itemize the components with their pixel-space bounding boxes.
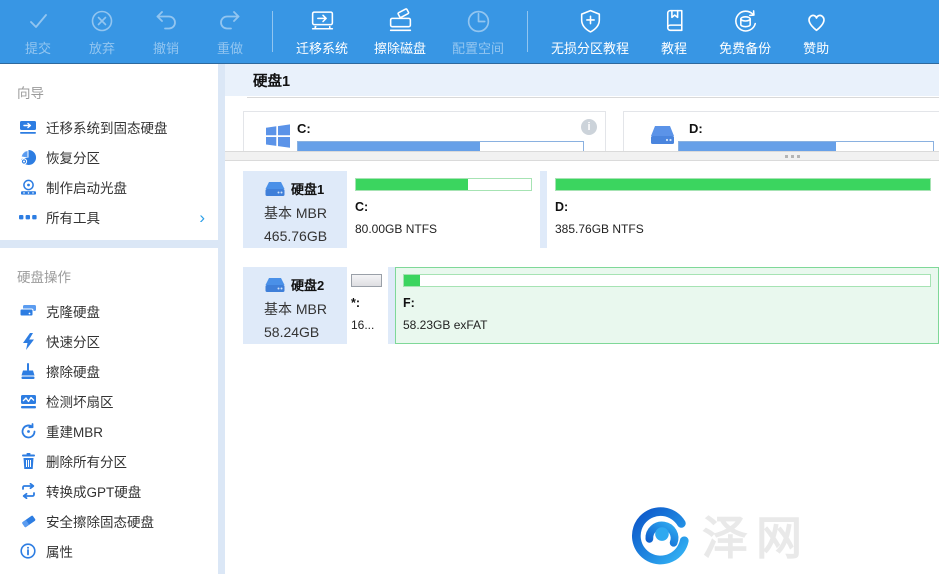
partition-d[interactable]: D: 385.76GB NTFS bbox=[547, 171, 939, 248]
disk-row-1: 硬盘1 基本 MBR 465.76GB C: 80.00GB NTFS bbox=[243, 171, 939, 248]
disk-tab-band: 硬盘1 bbox=[225, 64, 939, 96]
disk-type: 基本 MBR bbox=[264, 203, 347, 223]
sidebar-item-bootable-cd[interactable]: 制作启动光盘 bbox=[0, 172, 218, 202]
sidebar-item-secure-erase-ssd[interactable]: 安全擦除固态硬盘 bbox=[0, 506, 218, 536]
heart-icon bbox=[803, 6, 830, 36]
bad-sector-icon bbox=[19, 392, 37, 410]
overview-card-d[interactable]: D: bbox=[623, 111, 939, 151]
tab-disk1[interactable]: 硬盘1 bbox=[225, 64, 318, 96]
sidebar-item-rebuild-mbr[interactable]: 重建MBR bbox=[0, 416, 218, 446]
rebuild-mbr-icon bbox=[19, 422, 37, 440]
clone-disk-icon bbox=[19, 302, 37, 320]
secure-erase-icon bbox=[19, 512, 37, 530]
migrate-ssd-icon bbox=[19, 118, 37, 136]
sidebar-item-bad-sector[interactable]: 检测坏扇区 bbox=[0, 386, 218, 416]
redo-icon bbox=[217, 6, 243, 36]
donate-button[interactable]: 赞助 bbox=[784, 0, 848, 63]
toolbar-separator bbox=[527, 11, 528, 52]
discard-button[interactable]: 放弃 bbox=[70, 0, 134, 63]
partition-f-selected[interactable]: F: 58.23GB exFAT bbox=[395, 267, 939, 344]
windows-logo-icon bbox=[265, 123, 291, 149]
sidebar-item-convert-gpt[interactable]: 转换成GPT硬盘 bbox=[0, 476, 218, 506]
divider bbox=[247, 97, 939, 98]
sidebar-item-clone-disk[interactable]: 克隆硬盘 bbox=[0, 296, 218, 326]
migrate-os-button[interactable]: 迁移系统 bbox=[283, 0, 361, 63]
allocate-space-button[interactable]: 配置空间 bbox=[439, 0, 517, 63]
sidebar: 向导 迁移系统到固态硬盘 恢复分区 制作启动光盘 bbox=[0, 64, 225, 574]
undo-icon bbox=[153, 6, 179, 36]
free-backup-button[interactable]: 免费备份 bbox=[706, 0, 784, 63]
usage-bar bbox=[297, 141, 584, 151]
sidebar-item-all-tools[interactable]: 所有工具 › bbox=[0, 202, 218, 232]
wipe-disk-button[interactable]: 擦除磁盘 bbox=[361, 0, 439, 63]
undo-button[interactable]: 撤销 bbox=[134, 0, 198, 63]
partition-tutorial-button[interactable]: 无损分区教程 bbox=[538, 0, 642, 63]
usage-bar bbox=[351, 274, 382, 287]
tutorial-button[interactable]: 教程 bbox=[642, 0, 706, 63]
submit-button[interactable]: 提交 bbox=[6, 0, 70, 63]
book-icon bbox=[661, 6, 688, 36]
chevron-right-icon: › bbox=[199, 209, 205, 226]
wizard-section: 向导 迁移系统到固态硬盘 恢复分区 制作启动光盘 bbox=[0, 64, 218, 240]
partition-unnamed[interactable]: *: 16... bbox=[347, 267, 388, 344]
section-title: 向导 bbox=[0, 74, 218, 112]
sidebar-item-quick-partition[interactable]: 快速分区 bbox=[0, 326, 218, 356]
backup-icon bbox=[732, 6, 759, 36]
convert-gpt-icon bbox=[19, 482, 37, 500]
disk-map-area: 硬盘1 基本 MBR 465.76GB C: 80.00GB NTFS bbox=[225, 161, 939, 344]
redo-button[interactable]: 重做 bbox=[198, 0, 262, 63]
watermark: 泽网 bbox=[630, 502, 810, 568]
sidebar-item-delete-all-partitions[interactable]: 删除所有分区 bbox=[0, 446, 218, 476]
overview-card-c[interactable]: C: i bbox=[243, 111, 606, 151]
info-icon[interactable]: i bbox=[581, 119, 597, 135]
usage-bar bbox=[355, 178, 532, 191]
sidebar-item-migrate-ssd[interactable]: 迁移系统到固态硬盘 bbox=[0, 112, 218, 142]
partition-c[interactable]: C: 80.00GB NTFS bbox=[347, 171, 540, 248]
toolbar: 提交 放弃 撤销 重做 迁移系统 擦除磁盘 配置空间 无损分区教程 bbox=[0, 0, 939, 64]
toolbar-separator bbox=[272, 11, 273, 52]
properties-icon bbox=[19, 542, 37, 560]
recover-partition-icon bbox=[19, 148, 37, 166]
disk-size: 465.76GB bbox=[264, 228, 347, 244]
check-icon bbox=[25, 6, 51, 36]
splitter-handle[interactable] bbox=[785, 155, 800, 158]
disk-operations-section: 硬盘操作 克隆硬盘 快速分区 擦除硬盘 bbox=[0, 248, 218, 574]
usage-bar bbox=[555, 178, 931, 191]
disk2-header[interactable]: 硬盘2 基本 MBR 58.24GB bbox=[243, 267, 347, 344]
drive-icon bbox=[649, 125, 676, 146]
sidebar-item-erase-disk[interactable]: 擦除硬盘 bbox=[0, 356, 218, 386]
migrate-os-icon bbox=[309, 6, 336, 36]
splitter bbox=[225, 151, 939, 161]
disk-icon bbox=[264, 181, 286, 197]
all-tools-icon bbox=[19, 208, 37, 226]
disk-icon bbox=[264, 277, 286, 293]
bootable-cd-icon bbox=[19, 178, 37, 196]
watermark-text: 泽网 bbox=[702, 502, 810, 568]
usage-bar bbox=[678, 141, 934, 151]
main-panel: 硬盘1 C: i D: bbox=[225, 64, 939, 574]
usage-bar bbox=[403, 274, 931, 287]
sidebar-item-recover-partition[interactable]: 恢复分区 bbox=[0, 142, 218, 172]
section-title: 硬盘操作 bbox=[0, 258, 218, 296]
allocate-icon bbox=[465, 6, 492, 36]
disk1-header[interactable]: 硬盘1 基本 MBR 465.76GB bbox=[243, 171, 347, 248]
disk-size: 58.24GB bbox=[264, 324, 347, 340]
discard-icon bbox=[89, 6, 115, 36]
wipe-disk-icon bbox=[387, 6, 414, 36]
partition-overview-strip: C: i D: bbox=[225, 96, 939, 151]
disk-type: 基本 MBR bbox=[264, 299, 347, 319]
disk-row-2: 硬盘2 基本 MBR 58.24GB *: 16... bbox=[243, 267, 939, 344]
erase-disk-icon bbox=[19, 362, 37, 380]
quick-partition-icon bbox=[19, 332, 37, 350]
sidebar-item-properties[interactable]: 属性 bbox=[0, 536, 218, 566]
shield-plus-icon bbox=[577, 6, 604, 36]
zewang-logo-icon bbox=[630, 504, 692, 566]
delete-partitions-icon bbox=[19, 452, 37, 470]
